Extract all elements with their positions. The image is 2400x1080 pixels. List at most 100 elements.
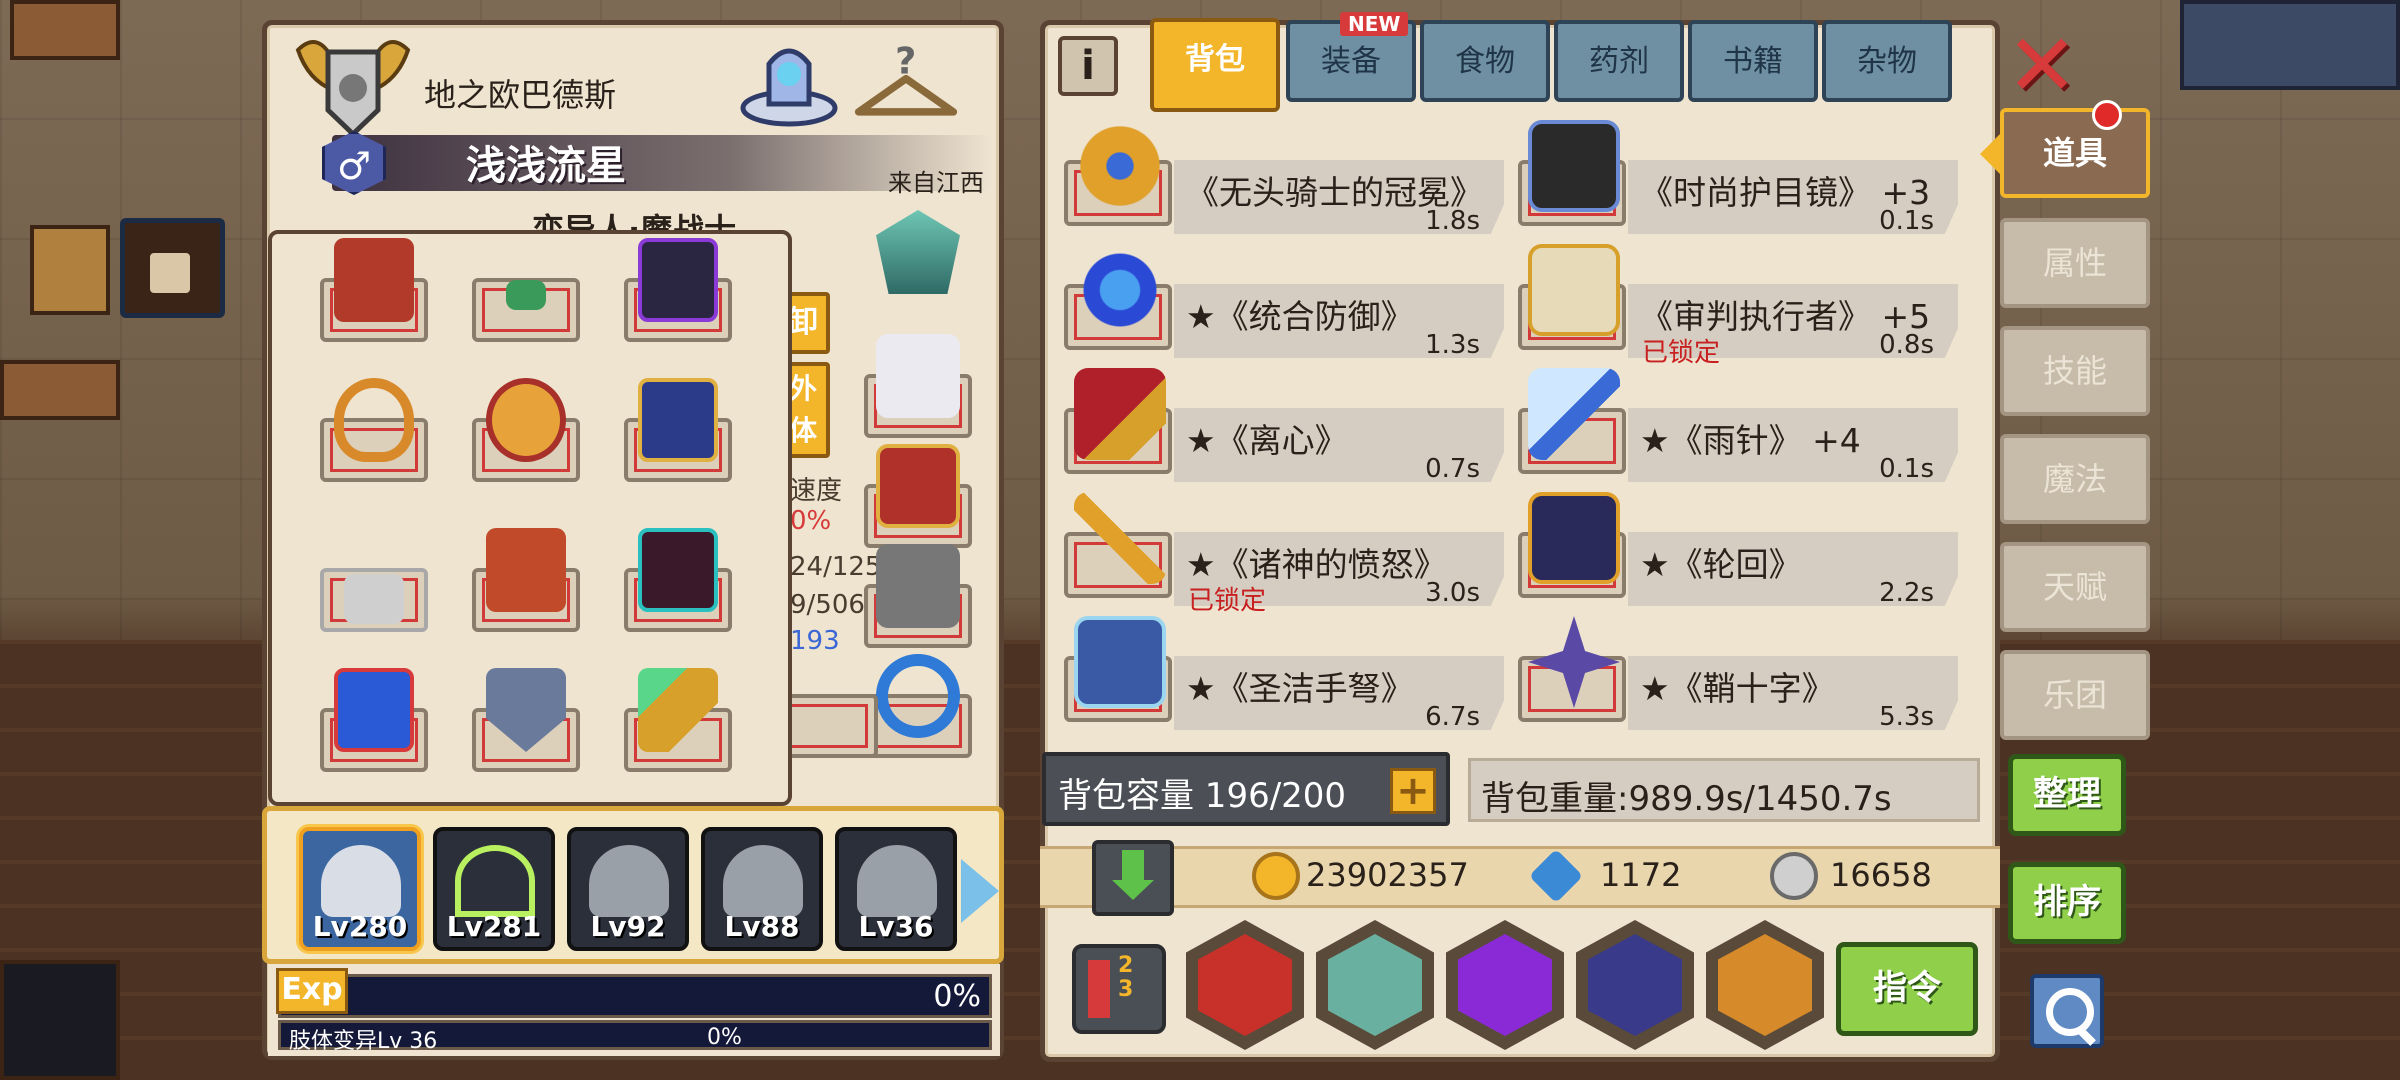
tab-food[interactable]: 食物: [1420, 20, 1550, 102]
rain-needle-icon: [1528, 368, 1620, 460]
tab-books[interactable]: 书籍: [1688, 20, 1818, 102]
member-level: Lv36: [858, 910, 934, 943]
expand-capacity-button[interactable]: +: [1390, 768, 1436, 814]
ring-icon: [876, 654, 960, 738]
equip-slot-dark-cloak[interactable]: [622, 524, 734, 636]
capacity-label: 背包容量 196/200: [1058, 776, 1347, 816]
side-tab-skills[interactable]: 技能: [2000, 326, 2150, 416]
inventory-item[interactable]: ★《统合防御》 1.3s: [1064, 242, 1504, 360]
weight-label: 背包重量:989.9s/1450.7s: [1481, 779, 1892, 819]
command-button[interactable]: 指令: [1836, 942, 1978, 1036]
skull-cloak-icon: [638, 528, 718, 612]
equip-slot-earpiece[interactable]: [470, 234, 582, 346]
party-member[interactable]: Lv280: [299, 827, 421, 951]
equip-slot-belt[interactable]: [862, 440, 974, 552]
emblem-icon: [876, 210, 960, 294]
equip-slot-empty-wing[interactable]: [318, 524, 430, 636]
mug-sign: [120, 218, 225, 318]
member-level: Lv88: [724, 910, 800, 943]
party-member[interactable]: Lv36: [835, 827, 957, 951]
locked-status: 已锁定: [1642, 338, 1721, 368]
item-weight: 1.3s: [1425, 330, 1480, 360]
realm-name: 地之欧巴德斯: [424, 76, 617, 114]
organize-button[interactable]: 整理: [2008, 754, 2126, 836]
side-tab-talent[interactable]: 天赋: [2000, 542, 2150, 632]
inventory-item[interactable]: 《审判执行者》 +5 已锁定 0.8s: [1518, 242, 1958, 368]
stat-percent: 0%: [790, 506, 832, 536]
gold-coin-icon: [1252, 852, 1300, 900]
tab-misc[interactable]: 杂物: [1822, 20, 1952, 102]
tab-potion[interactable]: 药剂: [1554, 20, 1684, 102]
silver-amount: 16658: [1830, 856, 1932, 894]
notification-dot: [2092, 100, 2122, 130]
equip-slot-shield[interactable]: [470, 664, 582, 776]
inventory-item[interactable]: ★《诸神的愤怒》 已锁定 3.0s: [1064, 490, 1504, 616]
item-name: ★《轮回》: [1640, 545, 1802, 584]
equip-slot-shoulder[interactable]: [622, 234, 734, 346]
jetpack-icon: [486, 528, 566, 612]
green-gem-icon: [1198, 934, 1292, 1036]
equip-slot-armor[interactable]: [318, 664, 430, 776]
equip-slot-cape[interactable]: [622, 374, 734, 486]
item-name: ★《圣洁手弩》: [1186, 669, 1414, 708]
party-member[interactable]: Lv92: [567, 827, 689, 951]
player-name: 浅浅流星: [466, 143, 626, 189]
equip-slot-gloves[interactable]: [862, 330, 974, 442]
hand-icon: [1718, 934, 1812, 1036]
mutation-level-label: 肢体变异Lv 36: [289, 1029, 438, 1054]
experience-area: 0% Exp 肢体变异Lv 36 0%: [268, 964, 1000, 1056]
inventory-item[interactable]: 《时尚护目镜》 +3 0.1s: [1518, 118, 1958, 236]
mutation-exp-percent: 0%: [707, 1025, 742, 1050]
equip-slot-boots[interactable]: [862, 540, 974, 652]
npc-figure[interactable]: [2180, 0, 2400, 90]
inventory-item[interactable]: 《无头骑士的冠冕》 1.8s: [1064, 118, 1504, 236]
equip-slot-jetpack[interactable]: [470, 524, 582, 636]
party-member[interactable]: Lv88: [701, 827, 823, 951]
party-next-arrow-icon[interactable]: [961, 859, 999, 923]
character-portrait: [321, 845, 401, 917]
character-portrait: [723, 845, 803, 917]
wardrobe-hanger-icon[interactable]: ?: [852, 34, 960, 130]
mutation-exp-bar: 肢体变异Lv 36 0%: [278, 1020, 992, 1054]
side-tab-band[interactable]: 乐团: [2000, 650, 2150, 740]
equip-slot-crest[interactable]: [862, 206, 974, 318]
backpack-capacity: 背包容量 196/200 +: [1042, 752, 1450, 826]
item-name: ★《离心》: [1186, 421, 1348, 460]
inventory-item[interactable]: ★《雨针》 +4 0.1s: [1518, 366, 1958, 484]
search-icon[interactable]: [2030, 974, 2104, 1048]
earpiece-icon: [506, 280, 546, 310]
download-button[interactable]: [1092, 840, 1174, 916]
sort-button[interactable]: 排序: [2008, 862, 2126, 944]
equip-slot-necklace[interactable]: [318, 374, 430, 486]
side-tab-attributes[interactable]: 属性: [2000, 218, 2150, 308]
spear-icon: [1074, 492, 1166, 584]
inventory-item[interactable]: ★《轮回》 2.2s: [1518, 490, 1958, 608]
furniture: [10, 0, 120, 60]
side-tab-items[interactable]: 道具: [1980, 108, 2150, 198]
svg-text:?: ?: [895, 40, 916, 83]
silver-coin-icon: [1770, 852, 1818, 900]
inventory-item[interactable]: ★《离心》 0.7s: [1064, 366, 1504, 484]
crown-belt-icon: [876, 444, 960, 528]
quick-order-button[interactable]: 23: [1072, 944, 1166, 1034]
inventory-item[interactable]: ★《鞘十字》 5.3s: [1518, 614, 1958, 732]
inventory-item[interactable]: ★《圣洁手弩》 6.7s: [1064, 614, 1504, 732]
furniture: [0, 360, 120, 420]
equip-slot-helmet[interactable]: [318, 234, 430, 346]
equip-slot-medal[interactable]: [470, 374, 582, 486]
party-member[interactable]: Lv281: [433, 827, 555, 951]
member-level: Lv280: [312, 910, 408, 943]
calendar-icon: [1458, 934, 1552, 1036]
item-weight: 3.0s: [1425, 578, 1480, 608]
robe-icon: [1528, 244, 1620, 336]
close-button[interactable]: ✕: [2006, 23, 2078, 109]
item-weight: 5.3s: [1879, 702, 1934, 732]
equip-slot-staff[interactable]: [622, 664, 734, 776]
dark-shoulder-icon: [638, 238, 718, 322]
info-button[interactable]: i: [1058, 36, 1118, 96]
male-gender-icon: ♂: [322, 131, 386, 195]
stat-label: 速度: [790, 476, 843, 506]
tab-backpack[interactable]: 背包: [1150, 18, 1280, 112]
side-tab-magic[interactable]: 魔法: [2000, 434, 2150, 524]
portal-icon[interactable]: [735, 34, 843, 130]
